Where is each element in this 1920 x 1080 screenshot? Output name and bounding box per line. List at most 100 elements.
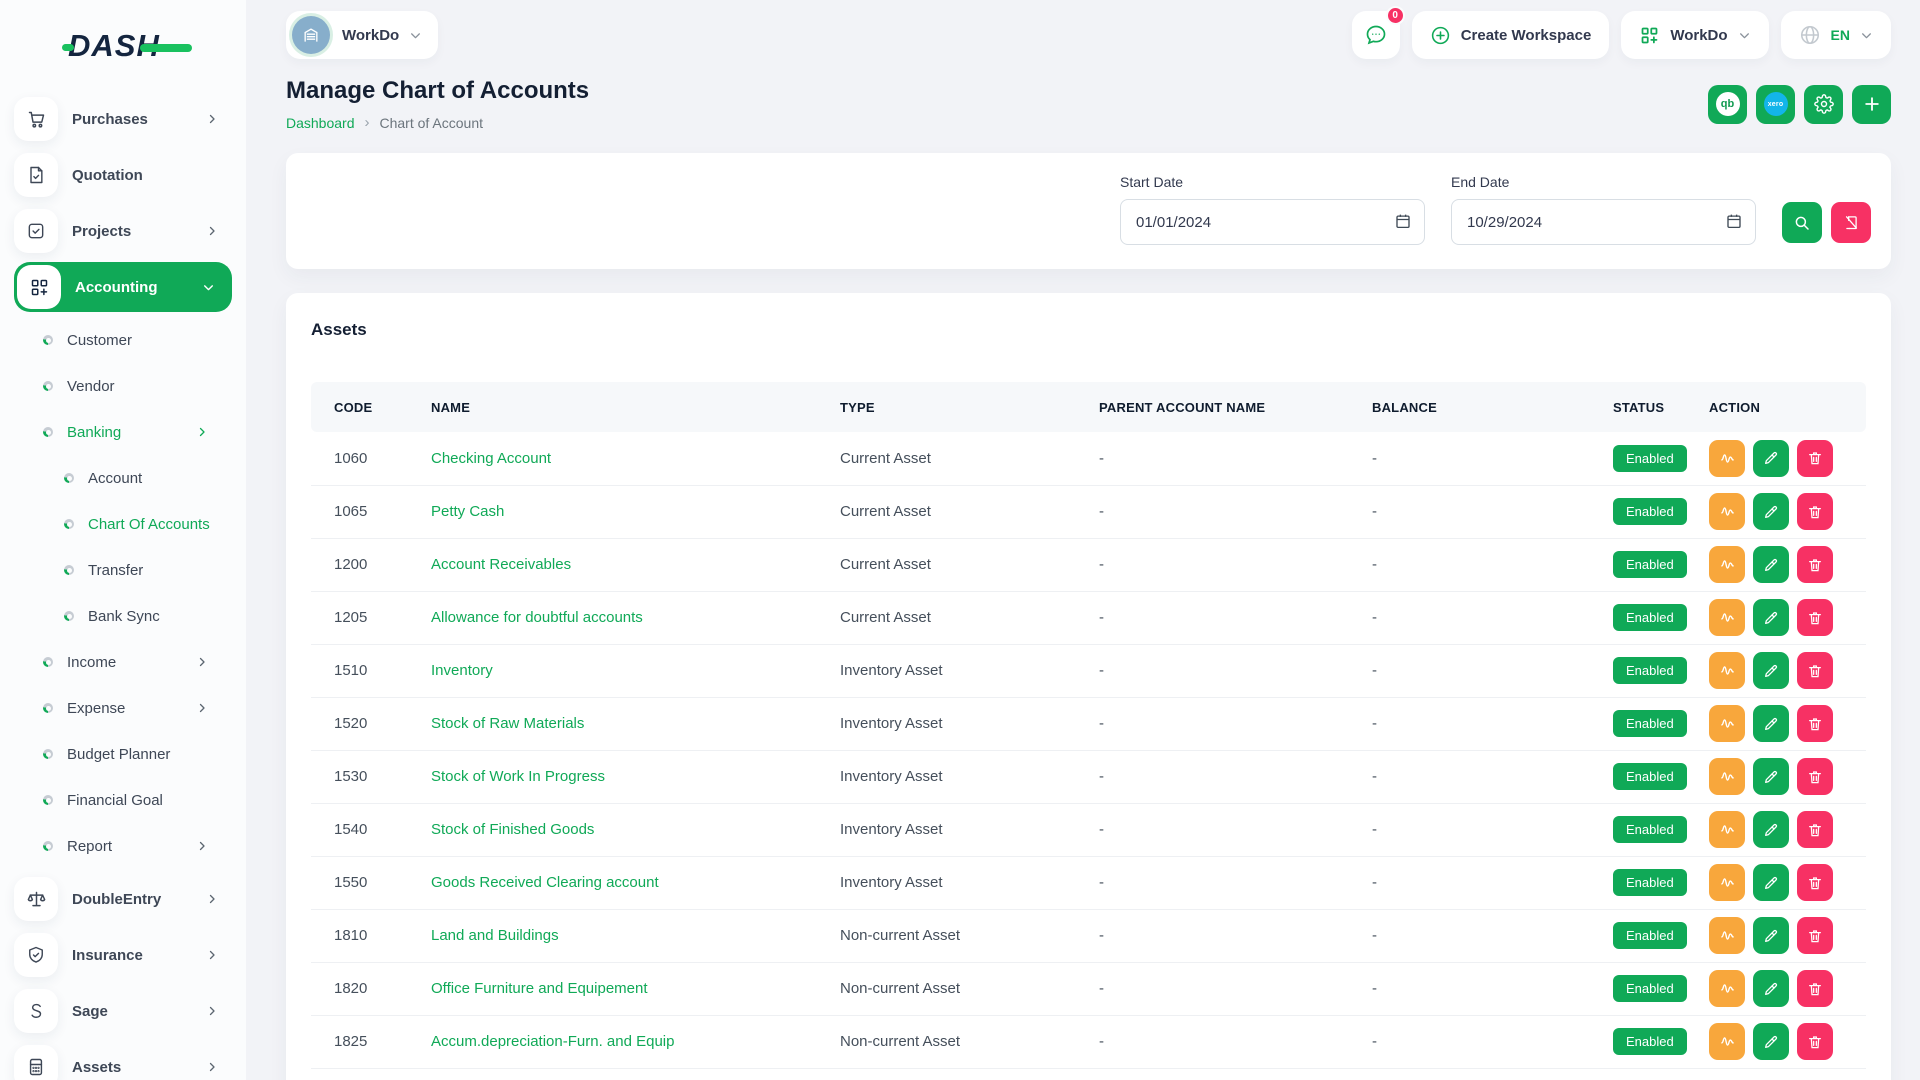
status-badge[interactable]: Enabled xyxy=(1613,1028,1687,1055)
language-code: EN xyxy=(1831,27,1850,43)
account-name-link[interactable]: Stock of Raw Materials xyxy=(431,715,584,732)
sidebar-item-income[interactable]: Income xyxy=(0,640,232,684)
messages-button[interactable]: 0 xyxy=(1352,11,1400,59)
breadcrumb-dashboard-link[interactable]: Dashboard xyxy=(286,115,355,131)
account-name-link[interactable]: Inventory xyxy=(431,662,493,679)
activity-button[interactable] xyxy=(1709,864,1745,901)
reset-filter-button[interactable] xyxy=(1831,202,1871,243)
workdo-apps-menu[interactable]: WorkDo xyxy=(1621,11,1768,59)
account-name-link[interactable]: Accum.depreciation-Furn. and Equip xyxy=(431,1033,674,1050)
activity-button[interactable] xyxy=(1709,546,1745,583)
activity-button[interactable] xyxy=(1709,758,1745,795)
edit-button[interactable] xyxy=(1753,970,1789,1007)
account-name-link[interactable]: Stock of Finished Goods xyxy=(431,821,594,838)
sidebar-item-projects[interactable]: Projects xyxy=(14,206,232,256)
account-name-link[interactable]: Account Receivables xyxy=(431,556,571,573)
sidebar-item-chart-of-accounts[interactable]: Chart Of Accounts xyxy=(0,502,232,546)
account-type: Inventory Asset xyxy=(840,750,1099,803)
activity-button[interactable] xyxy=(1709,599,1745,636)
sidebar-item-assets[interactable]: Assets xyxy=(14,1042,232,1080)
account-name-link[interactable]: Petty Cash xyxy=(431,503,504,520)
sidebar-item-account[interactable]: Account xyxy=(0,456,232,500)
edit-button[interactable] xyxy=(1753,652,1789,689)
activity-button[interactable] xyxy=(1709,652,1745,689)
delete-button[interactable] xyxy=(1797,705,1833,742)
logo-accent-dash-icon xyxy=(62,44,74,51)
sidebar-item-financial-goal[interactable]: Financial Goal xyxy=(0,778,232,822)
activity-button[interactable] xyxy=(1709,440,1745,477)
workspace-switcher[interactable]: WorkDo xyxy=(286,11,438,59)
activity-button[interactable] xyxy=(1709,970,1745,1007)
status-badge[interactable]: Enabled xyxy=(1613,710,1687,737)
sidebar-item-insurance[interactable]: Insurance xyxy=(14,930,232,980)
edit-button[interactable] xyxy=(1753,440,1789,477)
status-badge[interactable]: Enabled xyxy=(1613,551,1687,578)
status-badge[interactable]: Enabled xyxy=(1613,869,1687,896)
status-badge[interactable]: Enabled xyxy=(1613,922,1687,949)
edit-button[interactable] xyxy=(1753,1023,1789,1060)
language-selector[interactable]: EN xyxy=(1781,11,1891,59)
sidebar-item-banking[interactable]: Banking xyxy=(0,410,232,454)
account-name-link[interactable]: Office Furniture and Equipement xyxy=(431,980,648,997)
account-name-link[interactable]: Allowance for doubtful accounts xyxy=(431,609,643,626)
edit-button[interactable] xyxy=(1753,599,1789,636)
xero-button[interactable]: xero xyxy=(1756,85,1795,124)
end-date-input[interactable] xyxy=(1451,199,1756,245)
status-badge[interactable]: Enabled xyxy=(1613,445,1687,472)
status-badge[interactable]: Enabled xyxy=(1613,604,1687,631)
delete-button[interactable] xyxy=(1797,864,1833,901)
sidebar-item-transfer[interactable]: Transfer xyxy=(0,548,232,592)
status-badge[interactable]: Enabled xyxy=(1613,975,1687,1002)
edit-button[interactable] xyxy=(1753,811,1789,848)
sidebar-item-budget-planner[interactable]: Budget Planner xyxy=(0,732,232,776)
account-name-link[interactable]: Goods Received Clearing account xyxy=(431,874,659,891)
settings-button[interactable] xyxy=(1804,85,1843,124)
sidebar-item-expense[interactable]: Expense xyxy=(0,686,232,730)
status-badge[interactable]: Enabled xyxy=(1613,763,1687,790)
sidebar-item-doubleentry[interactable]: DoubleEntry xyxy=(14,874,232,924)
sidebar-item-customer[interactable]: Customer xyxy=(0,318,232,362)
status-badge[interactable]: Enabled xyxy=(1613,657,1687,684)
dash-logo[interactable]: DASH xyxy=(0,20,246,88)
delete-button[interactable] xyxy=(1797,758,1833,795)
activity-button[interactable] xyxy=(1709,705,1745,742)
delete-button[interactable] xyxy=(1797,917,1833,954)
activity-button[interactable] xyxy=(1709,1023,1745,1060)
edit-button[interactable] xyxy=(1753,864,1789,901)
sidebar-item-accounting[interactable]: Accounting xyxy=(14,262,232,312)
account-name-link[interactable]: Checking Account xyxy=(431,450,551,467)
apply-filter-button[interactable] xyxy=(1782,202,1822,243)
quickbooks-button[interactable]: qb xyxy=(1708,85,1747,124)
row-actions xyxy=(1709,758,1866,795)
delete-button[interactable] xyxy=(1797,440,1833,477)
status-badge[interactable]: Enabled xyxy=(1613,816,1687,843)
delete-button[interactable] xyxy=(1797,546,1833,583)
edit-button[interactable] xyxy=(1753,705,1789,742)
status-badge[interactable]: Enabled xyxy=(1613,498,1687,525)
activity-button[interactable] xyxy=(1709,811,1745,848)
sidebar-item-bank-sync[interactable]: Bank Sync xyxy=(0,594,232,638)
delete-button[interactable] xyxy=(1797,652,1833,689)
add-account-button[interactable] xyxy=(1852,85,1891,124)
edit-button[interactable] xyxy=(1753,758,1789,795)
account-name-link[interactable]: Land and Buildings xyxy=(431,927,559,944)
delete-button[interactable] xyxy=(1797,599,1833,636)
start-date-input[interactable] xyxy=(1120,199,1425,245)
create-workspace-button[interactable]: Create Workspace xyxy=(1412,11,1610,59)
sidebar-item-sage[interactable]: Sage xyxy=(14,986,232,1036)
sidebar-item-quotation[interactable]: Quotation xyxy=(14,150,232,200)
delete-button[interactable] xyxy=(1797,493,1833,530)
sidebar-item-vendor[interactable]: Vendor xyxy=(0,364,232,408)
sidebar-item-report[interactable]: Report xyxy=(0,824,232,868)
delete-button[interactable] xyxy=(1797,1023,1833,1060)
edit-button[interactable] xyxy=(1753,917,1789,954)
edit-button[interactable] xyxy=(1753,546,1789,583)
sidebar-item-purchases[interactable]: Purchases xyxy=(14,94,232,144)
activity-button[interactable] xyxy=(1709,917,1745,954)
edit-button[interactable] xyxy=(1753,493,1789,530)
activity-button[interactable] xyxy=(1709,493,1745,530)
account-name-link[interactable]: Stock of Work In Progress xyxy=(431,768,605,785)
parent-account-name: - xyxy=(1099,591,1372,644)
delete-button[interactable] xyxy=(1797,970,1833,1007)
delete-button[interactable] xyxy=(1797,811,1833,848)
